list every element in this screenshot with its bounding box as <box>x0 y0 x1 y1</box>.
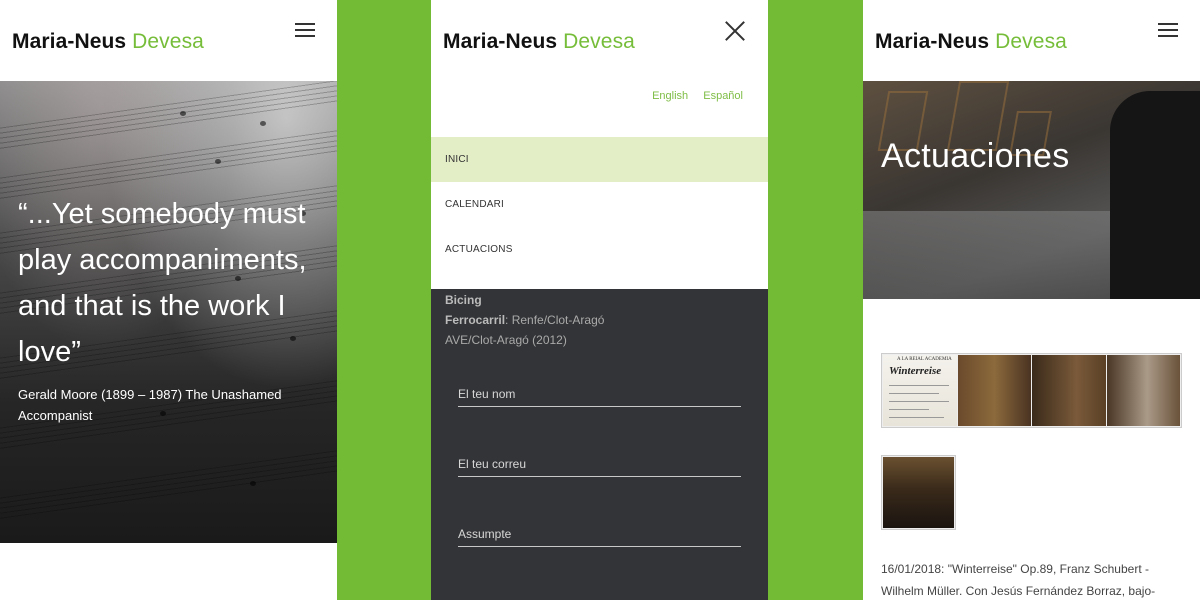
logo-last-name: Devesa <box>132 30 204 53</box>
menu-item-inici[interactable]: INICI <box>431 137 768 182</box>
logo-last-name: Devesa <box>995 30 1067 53</box>
logo-first-name: Maria-Neus <box>443 30 558 53</box>
logo-first-name: Maria-Neus <box>12 30 127 53</box>
photo-gallery: A LA REIAL ACADEMIA Winterreise <box>881 353 1182 428</box>
subject-field[interactable]: Assumpte <box>458 525 741 547</box>
gallery-thumb-4[interactable] <box>1106 355 1180 426</box>
language-switcher: English Español <box>640 90 743 102</box>
subject-field-placeholder: Assumpte <box>458 527 512 541</box>
gallery-thumb-2[interactable] <box>957 355 1031 426</box>
poster-title-text: Winterreise <box>889 365 942 377</box>
transport-info: Bicing Ferrocarril: Renfe/Clot-Aragó AVE… <box>445 290 765 350</box>
mobile-screen-performances: Maria-Neus Devesa Actuaciones A LA REIAL… <box>863 0 1200 600</box>
mobile-screen-home: Maria-Neus Devesa “...Yet somebody must … <box>0 0 337 600</box>
email-field-placeholder: El teu correu <box>458 457 527 471</box>
gallery-thumb-5[interactable] <box>881 455 956 530</box>
hamburger-menu-icon[interactable] <box>1158 23 1178 37</box>
rail-value: : Renfe/Clot-Aragó <box>505 313 605 327</box>
site-logo[interactable]: Maria-Neus Devesa <box>443 30 635 54</box>
logo-last-name: Devesa <box>563 30 635 53</box>
close-icon[interactable] <box>724 20 746 42</box>
menu-item-actuacions[interactable]: ACTUACIONS <box>431 227 768 272</box>
site-logo[interactable]: Maria-Neus Devesa <box>12 30 204 54</box>
email-field[interactable]: El teu correu <box>458 455 741 477</box>
hero-quote: “...Yet somebody must play accompaniment… <box>18 198 307 368</box>
site-header: Maria-Neus Devesa <box>431 0 768 81</box>
poster-academy-text: A LA REIAL ACADEMIA <box>897 357 952 362</box>
name-field-placeholder: El teu nom <box>458 387 516 401</box>
logo-first-name: Maria-Neus <box>875 30 990 53</box>
site-header: Maria-Neus Devesa <box>863 0 1200 81</box>
site-header: Maria-Neus Devesa <box>0 0 337 81</box>
rail-label: Ferrocarril <box>445 313 506 327</box>
nav-menu: English Español INICI CALENDARI ACTUACIO… <box>431 81 768 289</box>
bicing-label: Bicing <box>445 293 482 307</box>
mobile-screen-menu-open: Maria-Neus Devesa English Español INICI … <box>431 0 768 600</box>
gallery-thumb-poster[interactable]: A LA REIAL ACADEMIA Winterreise <box>883 355 957 426</box>
page-title: Actuaciones <box>881 137 1070 175</box>
hamburger-menu-icon[interactable] <box>295 23 315 37</box>
hero-banner: “...Yet somebody must play accompaniment… <box>0 81 337 543</box>
name-field[interactable]: El teu nom <box>458 385 741 407</box>
language-english-link[interactable]: English <box>652 90 688 102</box>
page-hero: Actuaciones <box>863 81 1200 299</box>
performance-description: 16/01/2018: "Winterreise" Op.89, Franz S… <box>881 562 1156 598</box>
ave-value: AVE/Clot-Aragó (2012) <box>445 333 567 347</box>
gallery-thumb-3[interactable] <box>1032 355 1106 426</box>
language-spanish-link[interactable]: Español <box>703 90 743 102</box>
quote-author: Gerald Moore (1899 – 1987) The Unashamed… <box>18 387 282 423</box>
site-logo[interactable]: Maria-Neus Devesa <box>875 30 1067 54</box>
menu-item-calendari[interactable]: CALENDARI <box>431 182 768 227</box>
